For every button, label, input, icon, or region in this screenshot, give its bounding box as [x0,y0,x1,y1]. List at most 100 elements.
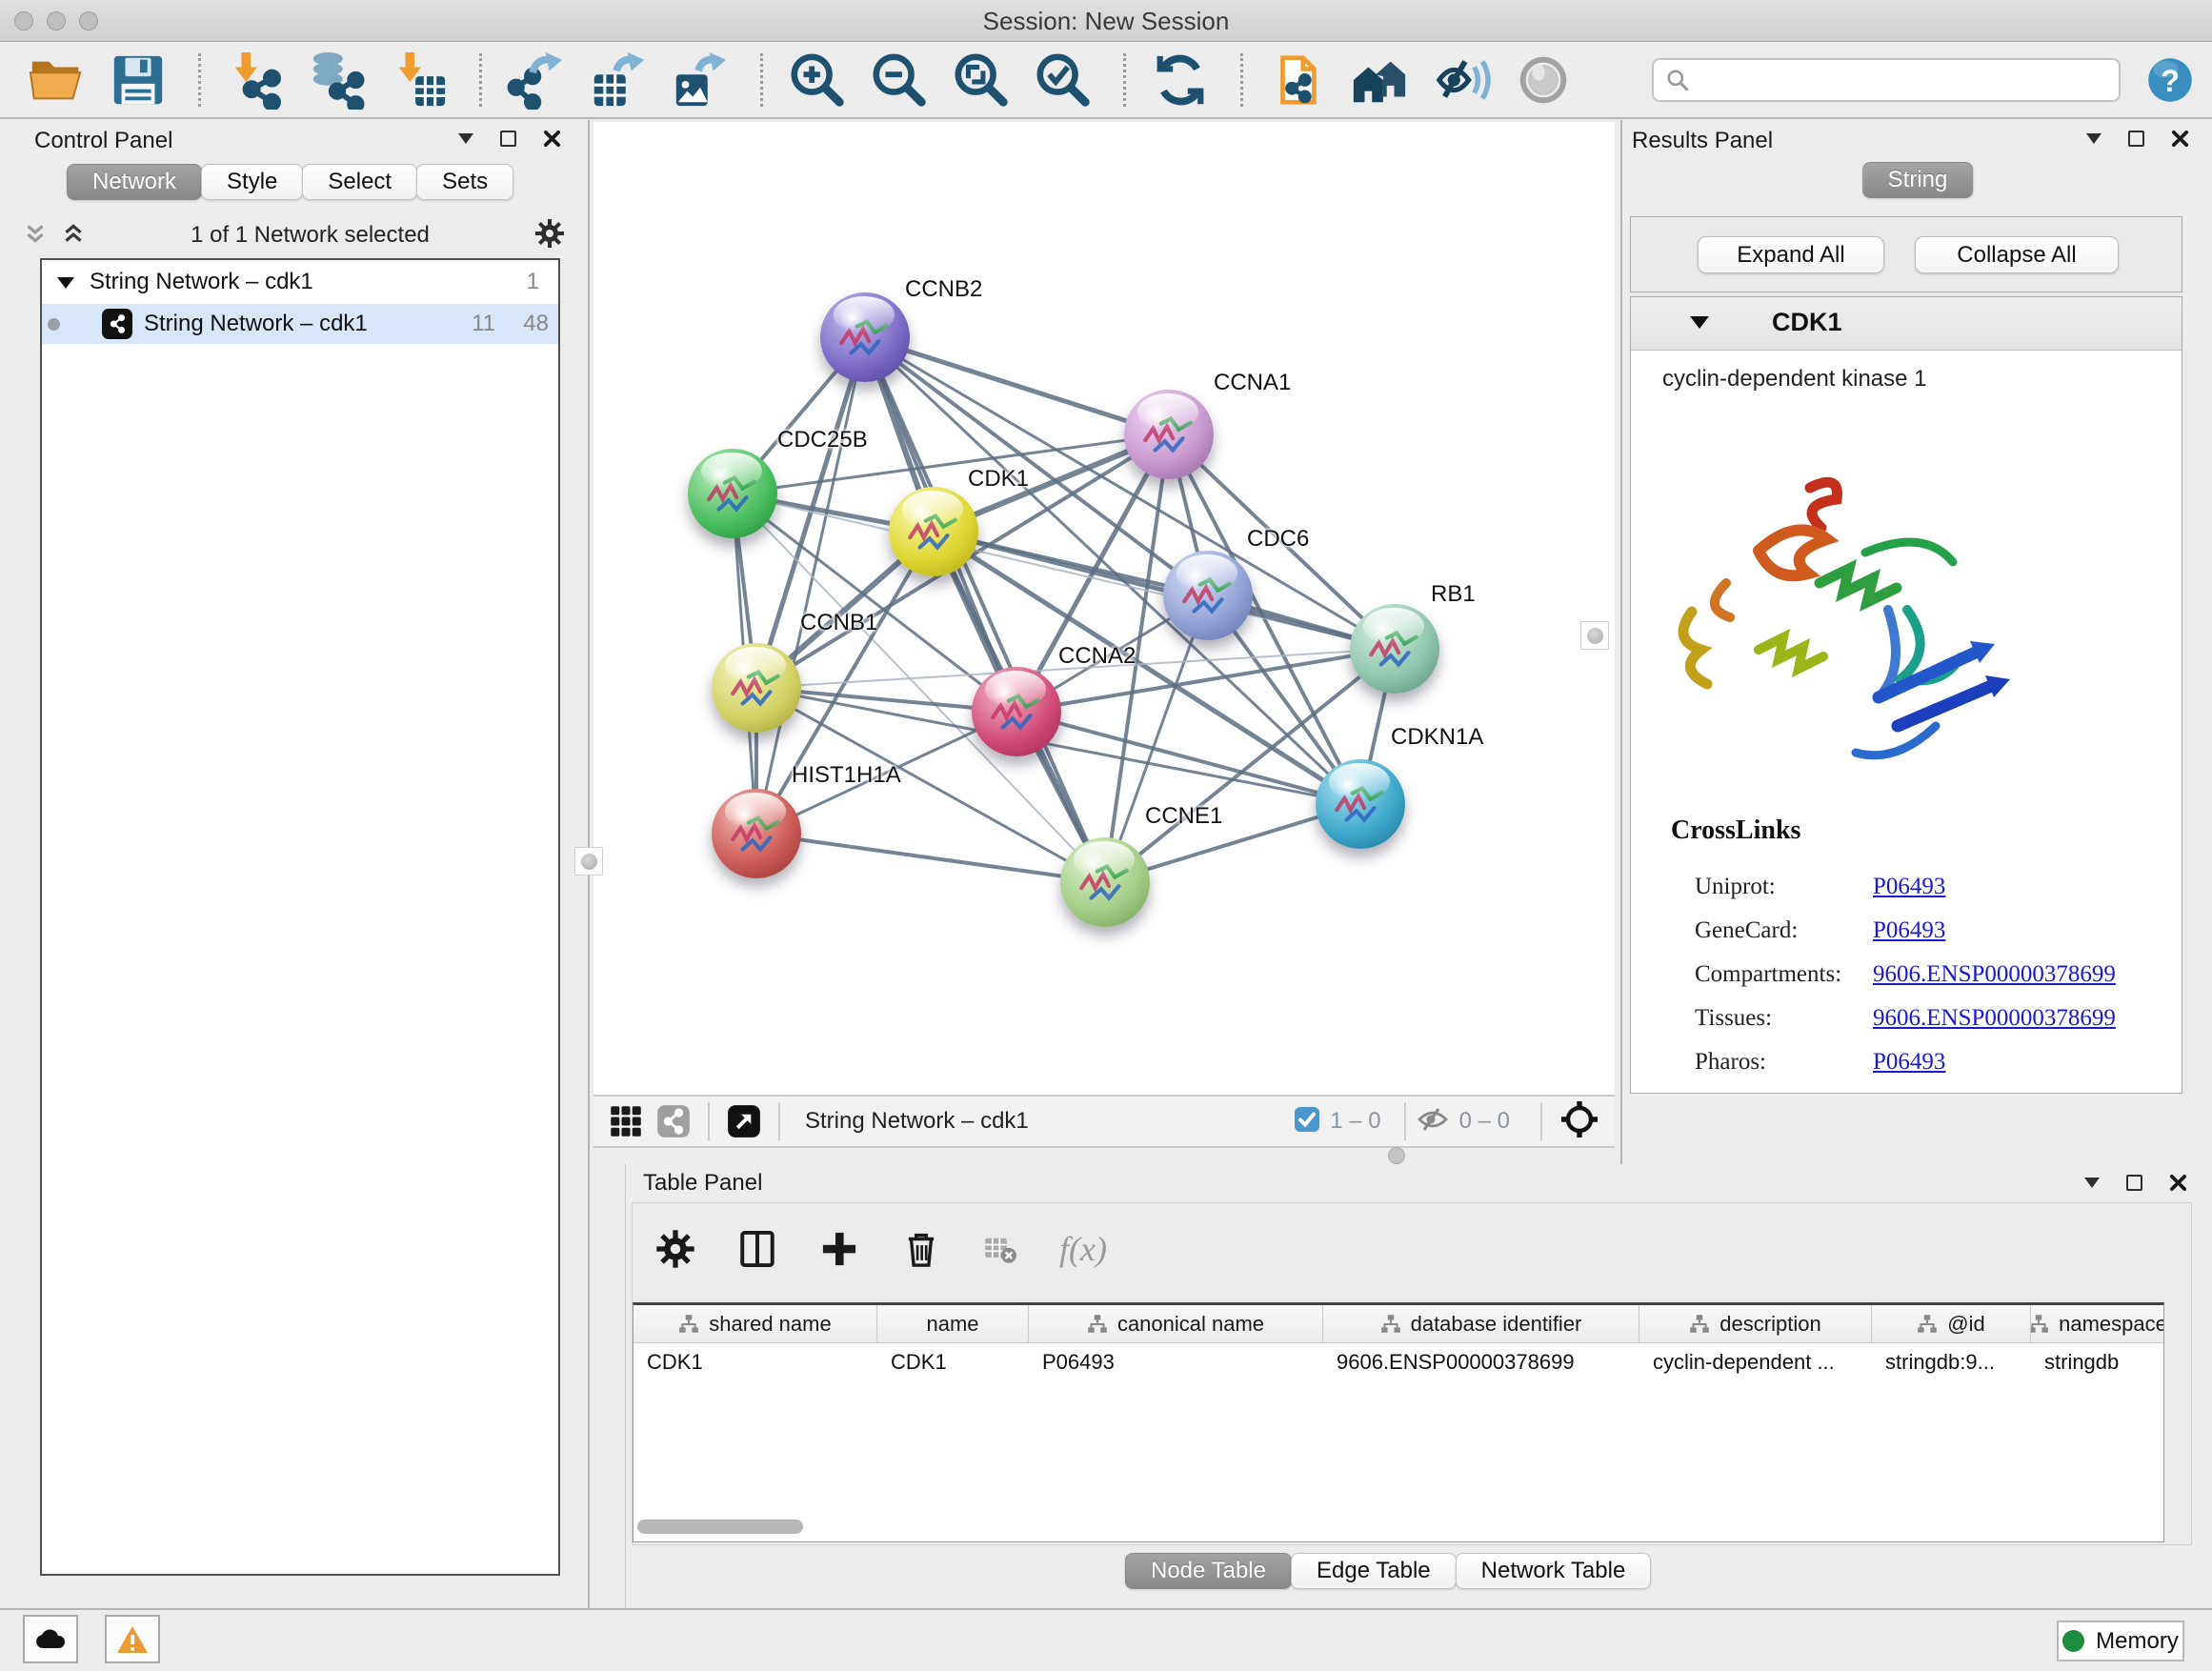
control-panel-menu-icon[interactable] [458,133,473,151]
results-panel-menu-icon[interactable] [2086,133,2101,151]
export-table-icon[interactable] [589,50,648,110]
table-panel-close-icon[interactable] [2169,1174,2187,1192]
cell--id[interactable]: stringdb:9... [1872,1343,2031,1381]
table-panel-float-icon[interactable] [2126,1175,2142,1191]
network-edge[interactable] [865,337,1169,434]
collapse-all-button[interactable]: Collapse All [1915,236,2119,273]
results-panel-close-icon[interactable] [2171,130,2189,148]
network-node-ccna2[interactable] [972,667,1061,756]
column-header-shared-name[interactable]: shared name [633,1305,877,1342]
column-header-canonical-name[interactable]: canonical name [1029,1305,1323,1342]
network-node-hist1h1a[interactable] [712,789,801,878]
network-node-cdc25b[interactable] [688,449,777,538]
network-node-ccna1[interactable] [1124,390,1214,479]
import-network-from-database-icon[interactable] [308,50,367,110]
grid-view-icon[interactable] [609,1104,643,1138]
node-section-header[interactable]: CDK1 [1631,297,2182,351]
network-edge[interactable] [756,337,865,834]
network-edges-layer[interactable] [593,122,1615,1095]
crosslink-link[interactable]: 9606.ENSP00000378699 [1873,1005,2116,1032]
collapse-all-networks-icon[interactable] [23,221,48,251]
network-node-rb1[interactable] [1350,604,1439,694]
expand-all-button[interactable]: Expand All [1698,236,1884,273]
network-canvas[interactable]: CCNB2CCNA1CDC25BCDK1CDC6RB1CCNB1CCNA2CDK… [593,122,1615,1095]
network-edge[interactable] [756,834,1105,882]
network-node-cdc6[interactable] [1163,551,1253,640]
cell-name[interactable]: CDK1 [877,1343,1029,1381]
show-columns-icon[interactable] [737,1229,777,1269]
crosslink-link[interactable]: P06493 [1873,1049,1945,1076]
network-row-selected[interactable]: String Network – cdk1 11 48 [42,304,558,344]
tab-node-table[interactable]: Node Table [1125,1553,1292,1589]
add-column-icon[interactable] [819,1229,859,1269]
crosslink-link[interactable]: P06493 [1873,917,1945,944]
cell-namespace[interactable]: stringdb [2031,1343,2164,1381]
tab-edge-table[interactable]: Edge Table [1291,1553,1457,1589]
cell-database-identifier[interactable]: 9606.ENSP00000378699 [1323,1343,1639,1381]
export-network-icon[interactable] [507,50,566,110]
column-header--id[interactable]: @id [1872,1305,2031,1342]
network-node-cdkn1a[interactable] [1316,759,1405,849]
import-network-icon[interactable] [226,50,285,110]
column-header-name[interactable]: name [877,1305,1029,1342]
hidden-eye-slash-icon[interactable] [1416,1105,1450,1138]
refresh-icon[interactable] [1151,50,1210,110]
string-home-icon[interactable] [1350,50,1409,110]
network-options-gear-icon[interactable] [534,218,565,253]
open-session-icon[interactable] [27,50,86,110]
hide-glass-effect-icon[interactable] [1432,50,1491,110]
birds-eye-target-icon[interactable] [1559,1099,1599,1144]
control-panel-float-icon[interactable] [500,131,516,147]
zoom-out-icon[interactable] [870,50,929,110]
table-row[interactable]: CDK1CDK1P064939606.ENSP00000378699cyclin… [633,1343,2163,1381]
cell-shared-name[interactable]: CDK1 [633,1343,877,1381]
network-node-cdk1[interactable] [889,487,978,576]
import-table-icon[interactable] [390,50,449,110]
detach-view-icon[interactable] [727,1104,761,1138]
column-header-database-identifier[interactable]: database identifier [1323,1305,1639,1342]
section-collapse-icon[interactable] [1690,316,1709,338]
network-node-ccne1[interactable] [1060,837,1150,927]
string-protein-query-icon[interactable] [1268,50,1327,110]
memory-button[interactable]: Memory [2057,1621,2184,1661]
tab-network-table[interactable]: Network Table [1456,1553,1652,1589]
tab-select[interactable]: Select [302,164,417,200]
table-horizontal-scrollbar[interactable] [637,1520,803,1534]
results-panel-float-icon[interactable] [2128,131,2144,147]
export-image-icon[interactable] [671,50,730,110]
help-icon[interactable]: ? [2145,55,2195,105]
tab-string-results[interactable]: String [1862,162,1974,198]
crosslink-link[interactable]: 9606.ENSP00000378699 [1873,961,2116,988]
table-panel-menu-icon[interactable] [2084,1178,2100,1196]
zoom-fit-icon[interactable] [952,50,1011,110]
zoom-selected-icon[interactable] [1034,50,1093,110]
expand-all-networks-icon[interactable] [61,221,86,251]
collection-expand-icon[interactable] [57,277,74,297]
control-panel-close-icon[interactable] [543,130,561,148]
string-view-icon[interactable] [656,1104,691,1138]
column-header-namespace[interactable]: namespace [2031,1305,2164,1342]
cloud-button[interactable] [23,1615,78,1663]
cell-description[interactable]: cyclin-dependent ... [1639,1343,1872,1381]
cell-canonical-name[interactable]: P06493 [1029,1343,1323,1381]
save-session-icon[interactable] [109,50,168,110]
network-edge[interactable] [1016,712,1360,804]
horizontal-splitter-handle[interactable] [1388,1147,1405,1164]
right-splitter-handle[interactable] [1580,621,1609,650]
network-edge[interactable] [865,337,1105,882]
tab-style[interactable]: Style [201,164,303,200]
search-input[interactable] [1652,58,2121,102]
network-node-ccnb2[interactable] [820,292,910,382]
column-header-description[interactable]: description [1639,1305,1872,1342]
crosslink-link[interactable]: P06493 [1873,874,1945,900]
tab-network[interactable]: Network [67,164,202,200]
tab-sets[interactable]: Sets [416,164,513,200]
table-options-gear-icon[interactable] [655,1229,695,1269]
selected-checkbox-icon[interactable] [1294,1106,1320,1137]
delete-column-icon[interactable] [901,1229,941,1269]
left-splitter-handle[interactable] [574,847,603,876]
zoom-in-icon[interactable] [788,50,847,110]
node-table[interactable]: shared namenamecanonical namedatabase id… [633,1302,2164,1542]
network-collection-row[interactable]: String Network – cdk1 1 [42,260,558,304]
network-node-ccnb1[interactable] [712,643,801,733]
